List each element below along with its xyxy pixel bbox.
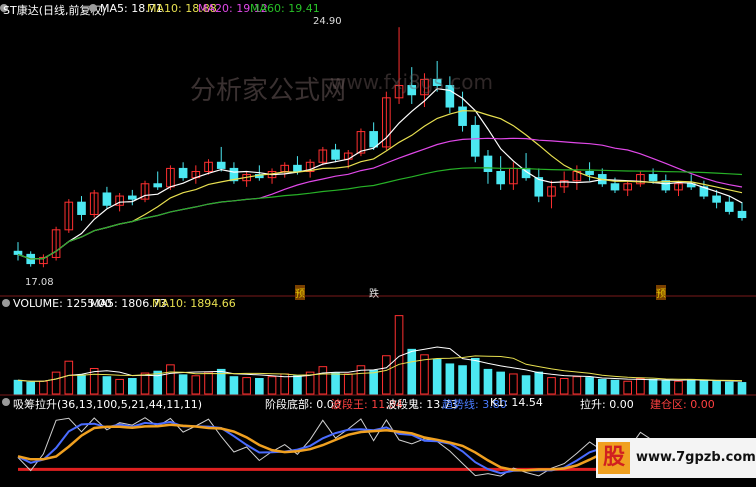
- volume-bar: [369, 369, 378, 395]
- candle-body: [293, 164, 302, 172]
- volume-bar: [737, 382, 747, 395]
- candle-body: [216, 161, 226, 169]
- candle-body: [470, 124, 480, 157]
- watermark-url: www.fxj8gs.com: [330, 70, 493, 94]
- settings-icon[interactable]: [89, 4, 97, 12]
- candle-body: [483, 155, 493, 172]
- volume-settings-icon[interactable]: [2, 299, 10, 307]
- volume-bar: [585, 377, 594, 395]
- volume-bar: [661, 379, 671, 395]
- volume-bar: [153, 370, 163, 395]
- candle-body: [77, 201, 86, 215]
- candle-body: [712, 195, 721, 203]
- ma10-line: [17, 110, 743, 260]
- volume-bar: [255, 378, 264, 395]
- candle-body: [153, 183, 163, 188]
- signal-marker-2: 跌: [369, 289, 379, 300]
- volume-bar: [64, 360, 74, 395]
- volume-bar: [318, 366, 328, 395]
- volume-bar: [636, 378, 645, 395]
- volume-bar: [51, 371, 61, 395]
- candle-body: [128, 195, 137, 200]
- volume-bar: [559, 378, 569, 395]
- site-badge[interactable]: 股 www.7gpzb.com: [596, 438, 756, 478]
- lift-label: 拉升: 0.00: [580, 398, 634, 411]
- candle-body: [369, 131, 378, 148]
- volume-bar: [470, 357, 480, 395]
- k1-label: K1: 14.54: [490, 396, 543, 409]
- ma60-label: MA60: 19.41: [250, 2, 320, 15]
- signal-marker-3: 预: [656, 285, 666, 300]
- low-price-label: 17.08: [25, 277, 54, 288]
- volume-bar: [204, 371, 213, 395]
- volume-bar: [547, 377, 556, 395]
- volume-bar: [458, 365, 467, 395]
- volume-bar: [128, 378, 137, 395]
- volume-bar: [623, 380, 632, 395]
- candle-body: [458, 106, 467, 126]
- signal-marker-1: 预: [295, 285, 305, 300]
- volume-bar: [343, 373, 353, 395]
- volume-ma5-line: [17, 346, 743, 382]
- site-url: www.7gpzb.com: [636, 450, 756, 465]
- candle-body: [178, 167, 188, 179]
- accumulate-label: 建仓区: 0.00: [650, 398, 715, 411]
- volume-bar: [534, 371, 544, 395]
- volume-bar: [420, 354, 429, 395]
- volume-bar: [509, 373, 518, 395]
- volume-bar: [267, 376, 277, 395]
- volume-bar: [610, 379, 620, 395]
- volume-bar: [712, 380, 721, 395]
- candle-body: [737, 210, 747, 219]
- volume-bar: [432, 358, 442, 395]
- volume-bar: [242, 377, 251, 395]
- volume-bar: [77, 374, 86, 395]
- volume-bar: [674, 380, 683, 395]
- volume-ma10-label: MA10: 1894.66: [152, 297, 236, 310]
- stage-bottom-label: 阶段底部: 0.00: [265, 398, 341, 411]
- candle-body: [102, 192, 112, 206]
- volume-bar: [166, 364, 175, 395]
- ma20-line: [17, 137, 743, 260]
- volume-bar: [39, 380, 48, 395]
- indicator-settings-icon[interactable]: [2, 398, 10, 406]
- volume-bar: [597, 378, 607, 395]
- volume-bar: [648, 378, 658, 395]
- candle-body: [331, 149, 340, 160]
- candle-body: [13, 250, 23, 255]
- volume-bar: [102, 376, 112, 395]
- volume-bar: [331, 372, 340, 395]
- volume-bar: [229, 376, 239, 395]
- volume-bar: [293, 375, 302, 395]
- ma5-line: [17, 87, 743, 260]
- indicator-name: 吸筹拉升(36,13,100,5,21,44,11,11): [13, 398, 203, 411]
- candle-body: [648, 174, 658, 182]
- volume-bar: [496, 371, 505, 395]
- volume-bar: [724, 381, 734, 395]
- volume-bar: [382, 355, 391, 395]
- volume-bar: [483, 368, 493, 395]
- volume-bar: [407, 348, 417, 395]
- volume-bar: [521, 375, 531, 395]
- chart-window: ST康达(日线,前复权) MA5: 18.71 MA10: 18.88 MA20…: [0, 0, 756, 487]
- volume-bar: [13, 379, 23, 395]
- volume-bar: [191, 375, 201, 395]
- candle-body: [496, 170, 505, 185]
- volume-bar: [178, 374, 188, 395]
- volume-bar: [26, 381, 36, 395]
- candle-body: [724, 201, 734, 212]
- watermark-text: 分析家公式网: [190, 76, 347, 106]
- volume-bar: [115, 378, 124, 395]
- high-price-label: 24.90: [313, 16, 342, 27]
- volume-bar: [445, 363, 455, 395]
- candle-body: [610, 183, 620, 191]
- volume-bar: [699, 379, 709, 395]
- volume-bar: [140, 372, 150, 395]
- candle-body: [585, 170, 594, 176]
- site-logo-icon: 股: [598, 442, 630, 474]
- volume-bar: [686, 378, 696, 395]
- volume-bar: [572, 376, 582, 395]
